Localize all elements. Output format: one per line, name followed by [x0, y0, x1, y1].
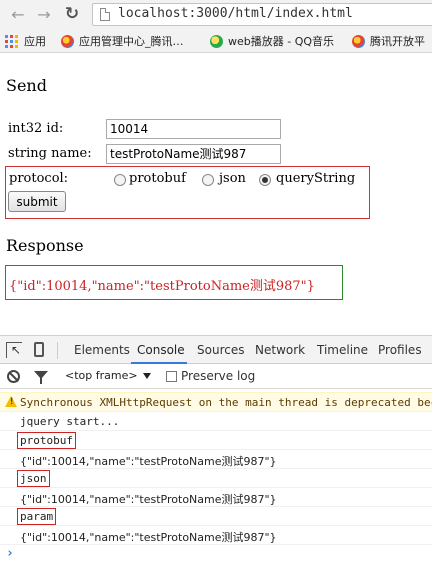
console-log-row: param — [0, 507, 432, 526]
log-object[interactable]: {"id":10014,"name":"testProtoName测试987"} — [20, 529, 277, 545]
filter-icon[interactable] — [34, 371, 48, 384]
back-arrow-icon[interactable]: ← — [8, 4, 28, 24]
devtools-tabbar: Elements Console Sources Network Timelin… — [0, 335, 432, 364]
tab-console[interactable]: Console — [137, 343, 185, 357]
browser-toolbar: ← → ↻ localhost:3000/html/index.html — [0, 0, 432, 29]
reload-icon[interactable]: ↻ — [62, 4, 82, 24]
tab-profiles[interactable]: Profiles — [378, 343, 422, 357]
bookmark-app-center[interactable]: 应用管理中心_腾讯… — [61, 33, 184, 49]
preserve-log-label: Preserve log — [181, 369, 256, 383]
qq-icon — [352, 34, 365, 48]
id-input[interactable]: 10014 — [106, 119, 281, 139]
page-icon — [100, 8, 110, 21]
radio-label-protobuf: protobuf — [129, 171, 186, 186]
page-content: Send int32 id: 10014 string name: testPr… — [0, 53, 432, 335]
device-mode-icon[interactable] — [34, 342, 44, 357]
protocol-fieldset: protocol: protobuf json queryString subm… — [5, 166, 370, 219]
devtools-panel: Elements Console Sources Network Timelin… — [0, 335, 432, 570]
bookmark-label: 应用 — [24, 35, 46, 48]
id-label: int32 id: — [8, 121, 64, 136]
tab-elements[interactable]: Elements — [74, 343, 130, 357]
bookmark-open-platform[interactable]: 腾讯开放平 — [352, 33, 425, 49]
tab-network[interactable]: Network — [255, 343, 305, 357]
tab-timeline[interactable]: Timeline — [317, 343, 368, 357]
console-warning: Synchronous XMLHttpRequest on the main t… — [0, 392, 432, 412]
url-text[interactable]: localhost:3000/html/index.html — [118, 6, 353, 21]
qq-icon — [61, 34, 74, 48]
log-object[interactable]: {"id":10014,"name":"testProtoName测试987"} — [20, 453, 277, 469]
radio-protobuf[interactable] — [114, 174, 126, 186]
log-text-highlighted: protobuf — [17, 432, 76, 449]
console-log-row: protobuf — [0, 431, 432, 450]
apps-grid-icon — [5, 34, 18, 48]
frame-select[interactable]: <top frame> — [65, 369, 138, 382]
bookmark-label: web播放器 - QQ音乐 — [228, 35, 335, 48]
bookmark-label: 腾讯开放平 — [370, 35, 425, 48]
preserve-log-checkbox[interactable] — [166, 371, 177, 382]
console-log-row: json — [0, 469, 432, 488]
console-log-row: {"id":10014,"name":"testProtoName测试987"} — [0, 488, 432, 507]
response-heading: Response — [6, 236, 84, 255]
bookmark-apps[interactable]: 应用 — [5, 33, 46, 49]
inspect-element-icon[interactable] — [6, 342, 22, 358]
radio-querystring[interactable] — [259, 174, 271, 186]
name-label: string name: — [8, 146, 92, 161]
response-text: {"id":10014,"name":"testProtoName测试987"} — [9, 279, 315, 294]
warning-icon — [5, 396, 17, 407]
console-toolbar: <top frame> Preserve log — [0, 364, 432, 389]
toolbar-divider — [57, 342, 58, 359]
dropdown-arrow-icon[interactable] — [143, 373, 151, 379]
log-text-highlighted: param — [17, 508, 57, 525]
log-text: jquery start... — [20, 415, 120, 428]
warning-text: Synchronous XMLHttpRequest on the main t… — [20, 396, 432, 409]
forward-arrow-icon[interactable]: → — [34, 4, 54, 24]
radio-json[interactable] — [202, 174, 214, 186]
protocol-label: protocol: — [9, 171, 69, 186]
address-bar[interactable]: localhost:3000/html/index.html — [92, 3, 432, 26]
name-input[interactable]: testProtoName测试987 — [106, 144, 281, 164]
bookmarks-bar: 应用 应用管理中心_腾讯… web播放器 - QQ音乐 腾讯开放平 — [0, 29, 432, 53]
bookmark-label: 应用管理中心_腾讯… — [79, 35, 184, 48]
console-log-row: {"id":10014,"name":"testProtoName测试987"} — [0, 450, 432, 469]
console-prompt-icon[interactable]: › — [6, 546, 14, 561]
response-box: {"id":10014,"name":"testProtoName测试987"} — [5, 265, 343, 300]
log-object[interactable]: {"id":10014,"name":"testProtoName测试987"} — [20, 491, 277, 507]
console-output: Synchronous XMLHttpRequest on the main t… — [0, 389, 432, 570]
clear-console-icon[interactable] — [7, 370, 20, 383]
radio-label-json: json — [219, 171, 246, 186]
send-heading: Send — [6, 76, 47, 95]
bookmark-qq-music[interactable]: web播放器 - QQ音乐 — [210, 33, 334, 49]
console-log-row: {"id":10014,"name":"testProtoName测试987"} — [0, 526, 432, 545]
radio-label-querystring: queryString — [276, 171, 356, 186]
log-text-highlighted: json — [17, 470, 50, 487]
qq-music-icon — [210, 34, 223, 48]
submit-button[interactable]: submit — [8, 191, 66, 212]
tab-sources[interactable]: Sources — [197, 343, 244, 357]
console-log-row: jquery start... — [0, 412, 432, 431]
